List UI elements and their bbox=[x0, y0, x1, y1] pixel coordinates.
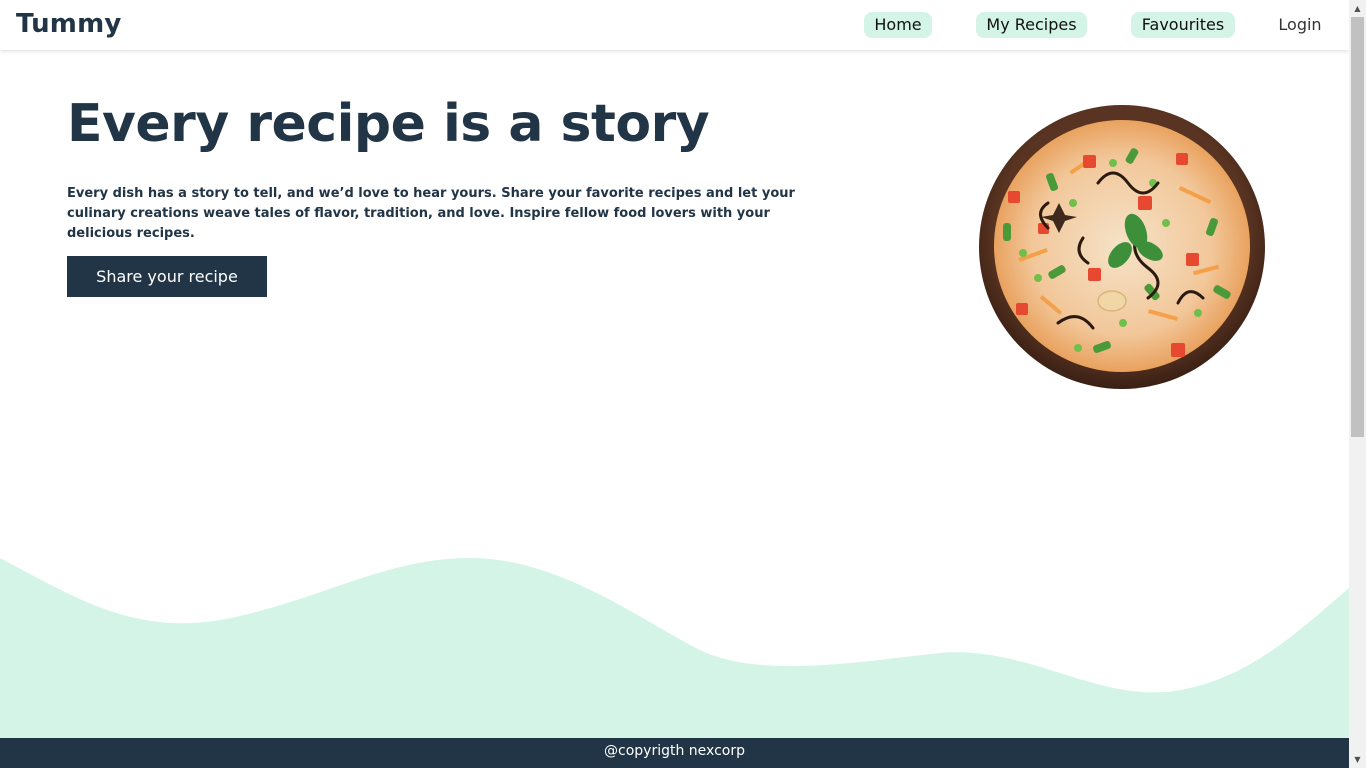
nav-home[interactable]: Home bbox=[864, 12, 932, 38]
scroll-down-arrow-icon[interactable]: ▼ bbox=[1349, 751, 1366, 768]
nav-login[interactable]: Login bbox=[1268, 12, 1332, 38]
vertical-scrollbar[interactable]: ▲ ▼ bbox=[1349, 0, 1366, 768]
page: Tummy Home My Recipes Favourites Login E… bbox=[0, 0, 1349, 768]
scroll-up-arrow-icon[interactable]: ▲ bbox=[1349, 0, 1366, 17]
nav-my-recipes[interactable]: My Recipes bbox=[976, 12, 1087, 38]
share-recipe-button[interactable]: Share your recipe bbox=[67, 256, 267, 297]
background-wave bbox=[0, 558, 1349, 750]
scrollbar-thumb[interactable] bbox=[1351, 17, 1364, 437]
logo[interactable]: Tummy bbox=[16, 9, 122, 39]
copyright-text: @copyrigth nexcorp bbox=[604, 743, 745, 759]
hero-description: Every dish has a story to tell, and we’d… bbox=[67, 186, 795, 241]
nav-favourites[interactable]: Favourites bbox=[1131, 12, 1235, 38]
biryani-dish-image bbox=[979, 105, 1265, 389]
navbar: Tummy Home My Recipes Favourites Login bbox=[0, 0, 1349, 50]
hero-title: Every recipe is a story bbox=[67, 94, 710, 154]
footer: @copyrigth nexcorp bbox=[0, 738, 1349, 768]
